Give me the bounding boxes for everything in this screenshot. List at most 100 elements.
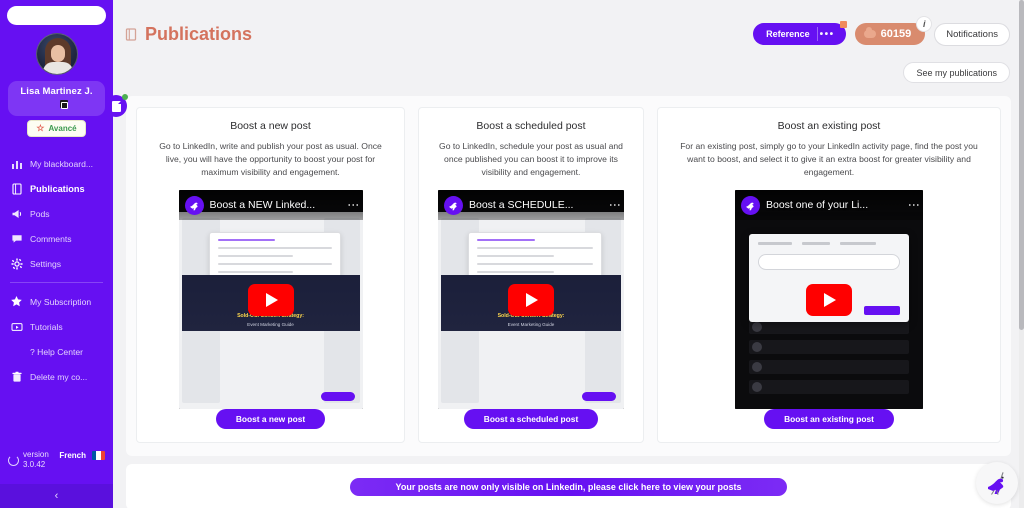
main-content: Publications Reference ••• 60159 i Notif… xyxy=(113,0,1024,508)
credits-value: 60159 xyxy=(880,28,912,40)
cards-panel: Boost a new post Go to LinkedIn, write a… xyxy=(126,96,1011,456)
kebab-menu-icon[interactable]: ⋮ xyxy=(347,199,361,211)
video-thumbnail[interactable]: Coldplay Sold-Out Concert Strategy: Even… xyxy=(178,190,363,410)
sidebar-item-blackboard[interactable]: My blackboard... xyxy=(0,151,113,176)
video-overlay-caption: Event Marketing Guide xyxy=(247,322,294,328)
video-topbar: Boost a NEW Linked... ⋮ xyxy=(178,190,363,220)
sidebar-item-label: My blackboard... xyxy=(30,158,94,169)
avatar-body xyxy=(42,62,73,74)
sidebar-item-my-subscription[interactable]: My Subscription xyxy=(0,289,113,314)
card-boost-scheduled-post: Boost a scheduled post Go to LinkedIn, s… xyxy=(418,107,644,443)
chevron-left-icon: ‹ xyxy=(54,490,59,502)
video-cta-shape xyxy=(582,392,616,402)
sidebar-item-label: Comments xyxy=(30,233,72,244)
sidebar-item-label: ? Help Center xyxy=(30,346,84,357)
video-topbar: Boost one of your Li... ⋮ xyxy=(735,190,923,220)
video-play-icon xyxy=(10,320,23,333)
credits-badge[interactable]: 60159 i xyxy=(854,16,933,45)
cloud-icon xyxy=(863,27,876,38)
chart-bars-icon xyxy=(10,157,23,170)
vertical-scrollbar[interactable] xyxy=(1019,0,1024,508)
sidebar-item-label: Delete my co... xyxy=(30,371,88,382)
boost-scheduled-post-button[interactable]: Boost a scheduled post xyxy=(463,409,599,429)
sidebar-item-label: Pods xyxy=(30,208,50,219)
more-dots-icon[interactable]: ••• xyxy=(820,29,835,40)
play-button[interactable] xyxy=(508,283,554,316)
sidebar-item-settings[interactable]: Settings xyxy=(0,251,113,276)
linkedin-icon xyxy=(59,100,68,109)
status-badge[interactable]: ☆ Avancé xyxy=(27,120,86,137)
sidebar-item-delete-account[interactable]: Delete my co... xyxy=(0,364,113,389)
channel-avatar-icon xyxy=(741,195,760,215)
avatar-wrapper xyxy=(0,33,113,75)
sidebar-nav: My blackboard... Publications Pods Comme… xyxy=(0,151,113,389)
topbar: Publications Reference ••• 60159 i Notif… xyxy=(113,0,1024,68)
notifications-button[interactable]: Notifications xyxy=(934,22,1010,46)
card-title: Boost a new post xyxy=(230,120,311,132)
app-root: Lisa Martinez J. ☆ Avancé My blackboard.… xyxy=(0,0,1024,508)
card-description: Go to LinkedIn, schedule your post as us… xyxy=(439,141,623,177)
brand-logo[interactable] xyxy=(7,6,106,25)
sidebar-item-label: Settings xyxy=(30,258,62,269)
sidebar-item-comments[interactable]: Comments xyxy=(0,226,113,251)
gear-icon xyxy=(10,257,23,270)
language-label: French xyxy=(59,451,86,460)
megaphone-icon xyxy=(10,207,23,220)
topbar-actions: Reference ••• 60159 i Notifications xyxy=(753,16,1010,46)
sidebar-collapse-button[interactable]: ‹ xyxy=(0,484,113,508)
see-my-publications-label: See my publications xyxy=(916,67,997,78)
video-overlay-caption: Event Marketing Guide xyxy=(507,322,555,328)
reference-button[interactable]: Reference ••• xyxy=(753,21,847,45)
card-boost-new-post: Boost a new post Go to LinkedIn, write a… xyxy=(136,107,405,443)
sidebar-item-tutorials[interactable]: Tutorials xyxy=(0,314,113,339)
document-tab-icon xyxy=(111,100,121,112)
notifications-label: Notifications xyxy=(946,28,998,40)
star-icon xyxy=(10,295,23,308)
reference-label: Reference xyxy=(766,29,810,39)
play-button[interactable] xyxy=(247,283,294,316)
profile-name-pill[interactable]: Lisa Martinez J. xyxy=(8,81,105,116)
play-button[interactable] xyxy=(806,283,852,316)
french-flag-icon xyxy=(92,451,105,460)
video-topbar: Boost a SCHEDULE... ⋮ xyxy=(438,190,624,220)
reference-corner-marker xyxy=(839,21,847,28)
version-label: version xyxy=(23,450,49,459)
plan-badge-row: ☆ Avancé xyxy=(0,116,113,137)
page-title-text: Publications xyxy=(145,23,253,44)
video-cta-shape xyxy=(320,392,355,402)
ostrich-mascot-icon[interactable] xyxy=(976,462,1018,504)
sidebar-item-help-center[interactable]: ? Help Center xyxy=(0,339,113,364)
kebab-menu-icon[interactable]: ⋮ xyxy=(907,199,921,211)
star-icon: ☆ xyxy=(36,123,45,133)
boost-existing-post-button[interactable]: Boost an existing post xyxy=(764,409,894,429)
boost-new-post-button[interactable]: Boost a new post xyxy=(215,409,326,429)
video-title: Boost a SCHEDULE... xyxy=(469,199,574,211)
plan-label: Avancé xyxy=(48,124,77,133)
sidebar-item-label: Tutorials xyxy=(30,321,63,332)
sidebar-item-publications[interactable]: Publications xyxy=(0,176,113,201)
sidebar-divider xyxy=(10,282,103,283)
avatar[interactable] xyxy=(35,33,78,75)
document-icon xyxy=(125,27,137,41)
reference-divider xyxy=(817,27,819,41)
sidebar-item-pods[interactable]: Pods xyxy=(0,201,113,226)
profile-name: Lisa Martinez J. xyxy=(20,86,93,97)
side-tab-toggle[interactable] xyxy=(105,94,128,117)
card-description: For an existing post, simply go to your … xyxy=(680,141,978,177)
scrollbar-thumb[interactable] xyxy=(1019,0,1024,330)
video-title: Boost one of your Li... xyxy=(766,199,869,211)
video-thumbnail[interactable]: Coldplay Sold-Out Concert Strategy: Even… xyxy=(438,190,624,410)
video-thumbnail[interactable]: Boost one of your Li... ⋮ xyxy=(735,190,923,410)
sidebar: Lisa Martinez J. ☆ Avancé My blackboard.… xyxy=(0,0,113,508)
page-title: Publications xyxy=(125,24,252,45)
view-posts-banner-button[interactable]: Your posts are now only visible on Linke… xyxy=(350,478,787,496)
status-dot-icon xyxy=(122,94,128,100)
question-mark-icon xyxy=(10,345,23,358)
document-icon xyxy=(10,182,23,195)
avatar-face xyxy=(50,45,65,62)
kebab-menu-icon[interactable]: ⋮ xyxy=(608,199,622,211)
info-icon[interactable]: i xyxy=(916,16,933,32)
language-selector[interactable]: French xyxy=(59,451,107,460)
sidebar-item-label: Publications xyxy=(30,183,85,194)
bottom-panel: Your posts are now only visible on Linke… xyxy=(126,464,1011,508)
